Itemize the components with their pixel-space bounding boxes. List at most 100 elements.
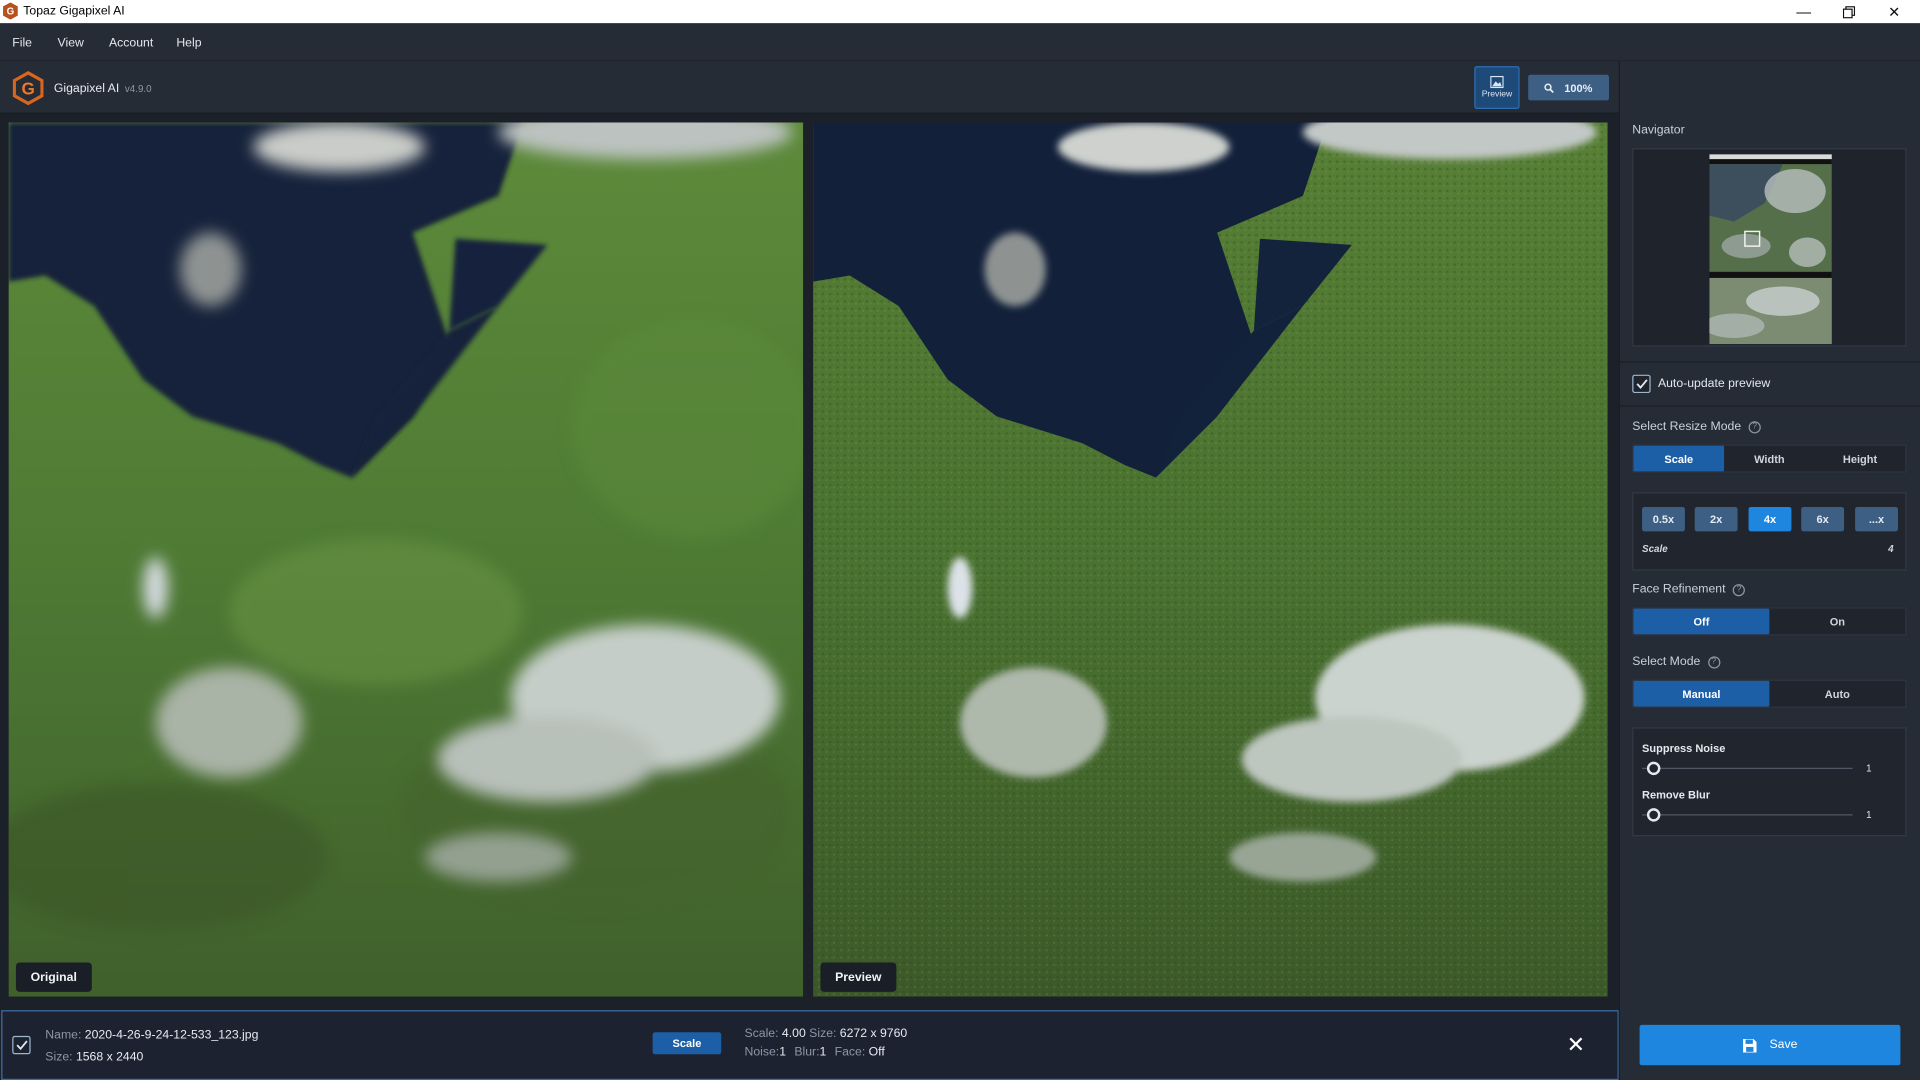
original-image-pane[interactable]: Original	[8, 122, 804, 997]
zoom-level: 100%	[1564, 81, 1593, 94]
resize-mode-title: Select Resize Mode?	[1632, 420, 1761, 434]
svg-text:G: G	[7, 7, 15, 18]
face-value: Off	[868, 1045, 885, 1060]
auto-update-label[interactable]: Auto-update preview	[1658, 377, 1770, 390]
face-refinement-off[interactable]: Off	[1633, 608, 1770, 635]
face-refinement-title-text: Face Refinement	[1632, 582, 1726, 597]
help-icon[interactable]: ?	[1707, 655, 1720, 668]
remove-file-button[interactable]: ✕	[1565, 1033, 1587, 1055]
output-size: 6272 x 9760	[839, 1027, 908, 1041]
scale-2x-button[interactable]: 2x	[1694, 506, 1738, 532]
preview-image-pane[interactable]: Preview	[813, 122, 1608, 997]
resize-mode-width[interactable]: Width	[1724, 446, 1815, 472]
file-name: 2020-4-26-9-24-12-533_123.jpg	[84, 1028, 259, 1043]
file-size-line: Size: 1568 x 2440	[45, 1051, 143, 1064]
menu-account[interactable]: Account	[109, 37, 153, 50]
suppress-noise-track[interactable]	[1642, 767, 1853, 769]
original-satellite-image	[8, 122, 804, 997]
menu-view[interactable]: View	[58, 37, 84, 50]
navigator[interactable]	[1632, 148, 1907, 347]
scale-6x-button[interactable]: 6x	[1801, 506, 1845, 532]
app-name: Gigapixel AI	[53, 82, 120, 96]
zoom-icon	[1544, 82, 1555, 93]
app-header	[0, 61, 1619, 114]
help-icon[interactable]: ?	[1748, 420, 1761, 433]
save-label: Save	[1769, 1038, 1798, 1052]
gigapixel-logo-icon: G	[12, 71, 44, 106]
app-window: G Topaz Gigapixel AI — ✕ File View Accou…	[0, 0, 1920, 1080]
resize-mode-scale[interactable]: Scale	[1633, 445, 1725, 472]
file-size: 1568 x 2440	[75, 1050, 144, 1065]
remove-blur-slider-handle[interactable]	[1646, 808, 1661, 822]
file-name-line: Name: 2020-4-26-9-24-12-533_123.jpg	[45, 1029, 258, 1042]
original-label: Original	[15, 962, 92, 992]
select-mode-manual[interactable]: Manual	[1633, 680, 1770, 707]
preview-label: Preview	[820, 962, 897, 992]
output-size-label: Size:	[809, 1027, 837, 1041]
scale-label: Scale	[1642, 543, 1668, 555]
face-refinement-on[interactable]: On	[1769, 609, 1905, 635]
save-button[interactable]: Save	[1639, 1024, 1901, 1066]
select-mode-title: Select Mode?	[1632, 655, 1720, 669]
checkmark-icon	[15, 1040, 28, 1051]
select-mode-auto[interactable]: Auto	[1769, 681, 1905, 707]
select-mode-title-text: Select Mode	[1632, 655, 1701, 669]
face-refinement-selector: Off On	[1632, 607, 1907, 636]
resize-mode-height[interactable]: Height	[1815, 446, 1906, 472]
face-refinement-title: Face Refinement?	[1632, 582, 1746, 597]
navigator-thumbnail	[1709, 154, 1832, 345]
file-select-checkbox[interactable]	[12, 1035, 31, 1055]
scale-0-5x-button[interactable]: 0.5x	[1642, 506, 1685, 532]
remove-blur-label: Remove Blur	[1642, 788, 1711, 801]
noise-value: 1	[779, 1045, 787, 1060]
preview-toggle-button[interactable]: Preview	[1474, 66, 1520, 109]
restore-button[interactable]	[1827, 0, 1871, 23]
file-mode-badge: Scale	[652, 1032, 722, 1055]
remove-blur-value: 1	[1866, 809, 1872, 821]
output-scale-label: Scale:	[744, 1027, 779, 1041]
blur-value: 1	[819, 1045, 827, 1060]
file-name-label: Name:	[45, 1028, 82, 1043]
auto-update-checkbox[interactable]	[1632, 374, 1651, 394]
menu-help[interactable]: Help	[176, 37, 201, 50]
help-icon[interactable]: ?	[1732, 583, 1746, 596]
restore-icon	[1842, 5, 1856, 18]
select-mode-selector: Manual Auto	[1632, 679, 1907, 708]
checkmark-icon	[1635, 379, 1648, 389]
topaz-logo-icon: G	[3, 2, 18, 20]
save-icon	[1743, 1038, 1757, 1052]
remove-blur-track[interactable]	[1642, 814, 1853, 816]
menu-bar: File View Account Help	[0, 23, 1920, 62]
noise-label: Noise:	[744, 1045, 780, 1060]
zoom-button[interactable]: 100%	[1528, 74, 1609, 101]
close-icon: ✕	[1888, 3, 1901, 21]
suppress-noise-slider-handle[interactable]	[1646, 761, 1661, 776]
blur-label: Blur:	[794, 1045, 820, 1060]
preview-satellite-image	[813, 122, 1608, 997]
menu-file[interactable]: File	[12, 37, 32, 50]
suppress-noise-label: Suppress Noise	[1642, 742, 1726, 755]
minimize-button[interactable]: —	[1782, 0, 1826, 23]
output-info-line-2: Noise:1 Blur:1 Face: Off	[744, 1046, 884, 1059]
scale-custom-button[interactable]: ...x	[1855, 506, 1898, 532]
scale-4x-button[interactable]: 4x	[1748, 506, 1792, 532]
title-bar: G Topaz Gigapixel AI — ✕	[0, 0, 1920, 24]
scale-value: 4	[1888, 543, 1894, 555]
app-version: v4.9.0	[124, 83, 152, 95]
navigator-title: Navigator	[1632, 123, 1685, 138]
output-info-line-1: Scale: 4.00 Size: 6272 x 9760	[744, 1027, 907, 1040]
suppress-noise-value: 1	[1866, 762, 1872, 774]
image-icon	[1490, 75, 1504, 89]
close-icon: ✕	[1566, 1032, 1586, 1057]
close-window-button[interactable]: ✕	[1872, 0, 1916, 23]
resize-mode-selector: Scale Width Height	[1632, 444, 1907, 473]
divider	[1618, 361, 1920, 363]
minimize-icon: —	[1796, 3, 1812, 21]
preview-button-label: Preview	[1481, 90, 1513, 100]
resize-mode-title-text: Select Resize Mode	[1632, 420, 1742, 434]
window-title: Topaz Gigapixel AI	[23, 4, 125, 19]
file-size-label: Size:	[45, 1050, 73, 1065]
face-label: Face:	[834, 1045, 866, 1060]
output-scale: 4.00	[781, 1027, 806, 1041]
svg-text:G: G	[21, 78, 34, 98]
